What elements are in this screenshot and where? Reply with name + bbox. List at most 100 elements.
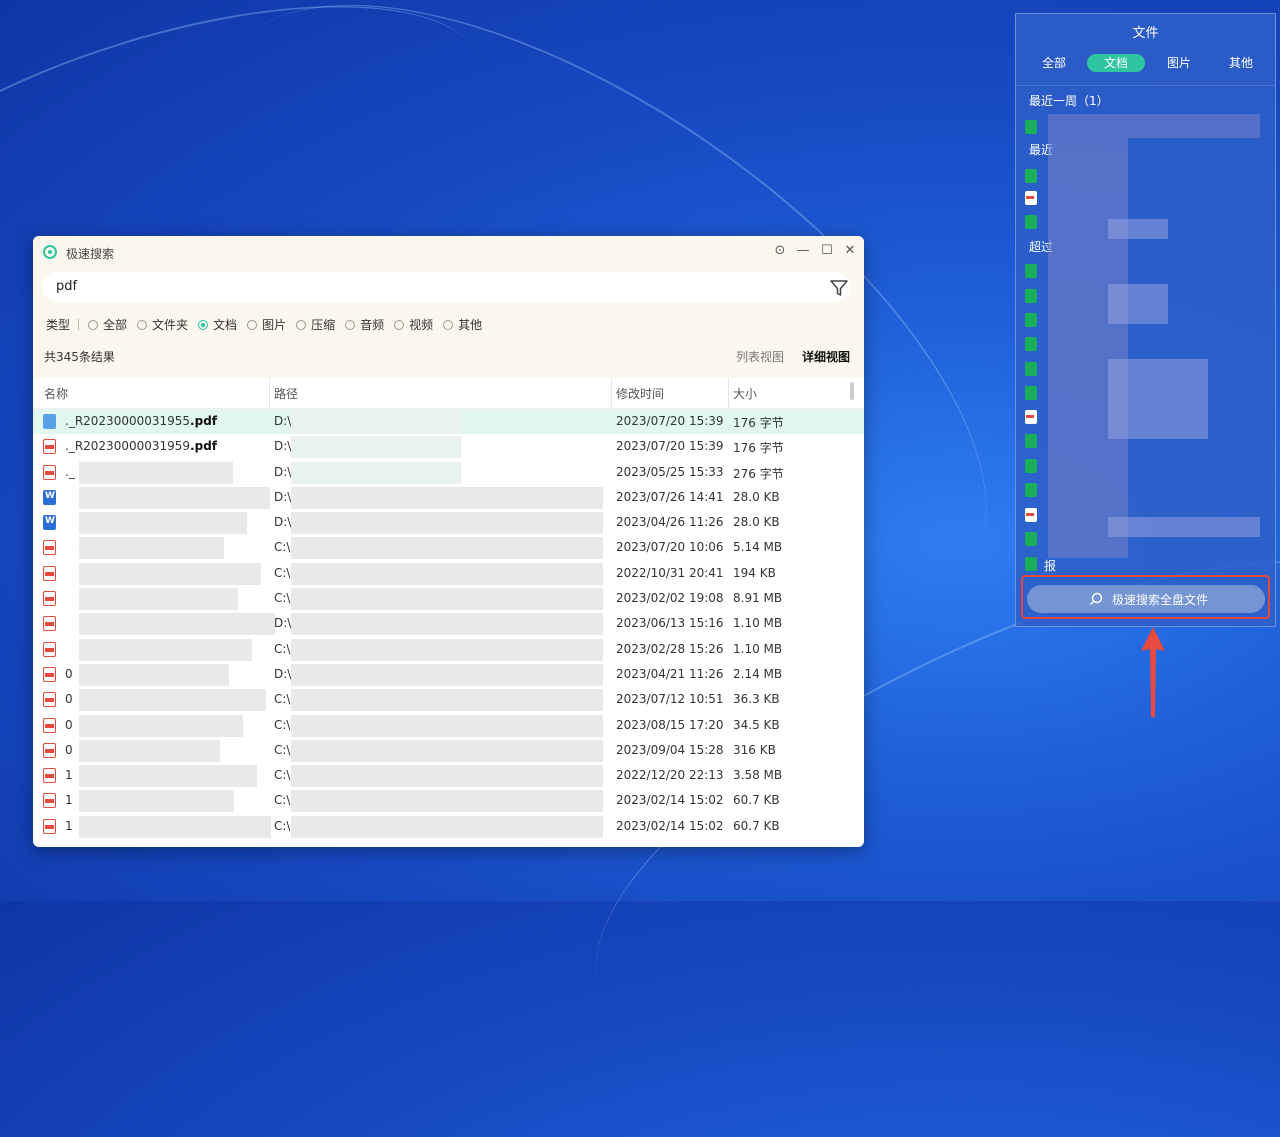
panel-tab-all[interactable]: 全部 — [1042, 54, 1066, 72]
redacted-area — [1048, 138, 1128, 558]
pdf-file-icon — [43, 818, 56, 834]
file-size: 176 字节 — [733, 416, 784, 430]
redacted-area — [1108, 284, 1168, 324]
file-size: 34.5 KB — [733, 717, 780, 732]
redacted-area — [1108, 359, 1208, 439]
divider — [78, 319, 80, 330]
filter-icon[interactable] — [829, 278, 849, 298]
type-option-document[interactable]: 文档 — [198, 316, 237, 333]
maximize-button[interactable]: ☐ — [818, 243, 836, 258]
spreadsheet-file-icon — [1025, 362, 1037, 376]
table-row[interactable]: C:\ 2023/02/28 15:26 1.10 MB — [33, 637, 864, 662]
pdf-file-icon — [43, 565, 56, 581]
redacted-area — [79, 512, 247, 535]
modified-time: 2023/06/13 15:16 — [616, 616, 724, 631]
column-resizer[interactable] — [269, 378, 270, 408]
column-header-size[interactable]: 大小 — [733, 385, 757, 402]
pdf-file-icon — [43, 591, 56, 607]
redacted-area — [79, 537, 224, 560]
column-header-modified[interactable]: 修改时间 — [616, 385, 664, 402]
table-row[interactable]: 1 C:\ 2023/02/14 15:02 60.7 KB — [33, 788, 864, 813]
file-name: 0 — [65, 692, 73, 707]
close-button[interactable]: ✕ — [841, 243, 859, 258]
table-row[interactable]: C:\ 2022/10/31 20:41 194 KB — [33, 561, 864, 586]
table-scrollbar[interactable] — [850, 382, 854, 400]
table-row[interactable]: 0 C:\ 2023/07/12 10:51 36.3 KB — [33, 687, 864, 712]
word-file-icon — [43, 489, 56, 505]
panel-tab-other[interactable]: 其他 — [1229, 54, 1253, 72]
redacted-area — [291, 562, 603, 585]
table-row[interactable]: ._R20230000031959.pdf D:\ 2023/07/20 15:39… — [33, 434, 864, 459]
panel-tab-images[interactable]: 图片 — [1167, 54, 1191, 72]
search-all-files-button[interactable]: 极速搜索全盘文件 — [1027, 585, 1265, 613]
redacted-area — [291, 663, 603, 686]
redacted-area — [79, 613, 275, 636]
table-row[interactable]: C:\ 2023/02/02 19:08 8.91 MB — [33, 586, 864, 611]
type-option-audio[interactable]: 音频 — [345, 316, 384, 333]
spreadsheet-file-icon — [1025, 459, 1037, 473]
redacted-area — [79, 714, 243, 737]
minimize-button[interactable]: — — [794, 243, 812, 258]
type-option-other[interactable]: 其他 — [443, 316, 482, 333]
type-option-video[interactable]: 视频 — [394, 316, 433, 333]
table-row[interactable]: ._ D:\ 2023/05/25 15:33 276 字节 — [33, 460, 864, 485]
radio-checked-icon — [198, 319, 209, 330]
modified-time: 2023/08/15 17:20 — [616, 717, 724, 732]
redacted-area — [1048, 114, 1260, 138]
table-row[interactable]: 1 C:\ 2022/12/20 22:13 3.58 MB — [33, 763, 864, 788]
table-row[interactable]: 0 D:\ 2023/04/21 11:26 2.14 MB — [33, 662, 864, 687]
file-panel: 文件 全部 文档 图片 其他 最近一周（1） 最近 超过 报 极速搜索全盘文件 — [1015, 13, 1276, 627]
search-box[interactable] — [42, 272, 850, 302]
panel-title: 文件 — [1132, 26, 1159, 41]
table-row[interactable]: D:\ 2023/07/26 14:41 28.0 KB — [33, 485, 864, 510]
spreadsheet-file-icon — [1025, 337, 1037, 351]
file-path: C:\ — [274, 565, 291, 580]
detail-view-toggle[interactable]: 详细视图 — [802, 348, 850, 365]
list-view-toggle[interactable]: 列表视图 — [736, 348, 784, 365]
file-path: D:\ — [274, 464, 292, 479]
file-path: C:\ — [274, 692, 291, 707]
spreadsheet-file-icon — [1025, 120, 1037, 134]
redacted-area — [291, 486, 603, 509]
spreadsheet-file-icon — [1025, 169, 1037, 183]
file-size: 60.7 KB — [733, 818, 780, 833]
pdf-file-icon — [1025, 191, 1037, 205]
pdf-file-icon — [43, 793, 56, 809]
column-header-name[interactable]: 名称 — [44, 385, 68, 402]
type-option-image[interactable]: 图片 — [247, 316, 286, 333]
type-option-archive[interactable]: 压缩 — [296, 316, 335, 333]
table-row[interactable]: D:\ 2023/06/13 15:16 1.10 MB — [33, 611, 864, 636]
pdf-file-icon — [43, 768, 56, 784]
file-name: 0 — [65, 717, 73, 732]
type-option-all[interactable]: 全部 — [88, 316, 127, 333]
table-row[interactable]: D:\ 2023/04/26 11:26 28.0 KB — [33, 510, 864, 535]
table-row[interactable]: ._R20230000031955.pdf D:\ 2023/07/20 15:39… — [33, 409, 864, 435]
column-resizer[interactable] — [611, 378, 612, 408]
spreadsheet-file-icon — [1025, 434, 1037, 448]
modified-time: 2023/02/14 15:02 — [616, 793, 724, 808]
divider — [1016, 85, 1275, 86]
type-option-folder[interactable]: 文件夹 — [137, 316, 188, 333]
settings-icon[interactable]: ⊙ — [771, 243, 789, 258]
search-all-files-label: 极速搜索全盘文件 — [1112, 593, 1209, 607]
modified-time: 2023/07/20 15:39 — [616, 414, 724, 428]
radio-icon — [296, 319, 307, 330]
type-label: 类型 — [46, 318, 71, 332]
redacted-area — [291, 588, 603, 611]
column-header-path[interactable]: 路径 — [274, 385, 298, 402]
table-row[interactable]: 0 C:\ 2023/09/04 15:28 316 KB — [33, 738, 864, 763]
pdf-file-icon — [43, 540, 56, 556]
file-size: 5.14 MB — [733, 540, 783, 555]
panel-tab-documents[interactable]: 文档 — [1087, 54, 1145, 72]
modified-time: 2023/07/20 15:39 — [616, 439, 724, 454]
modified-time: 2023/09/04 15:28 — [616, 742, 724, 757]
table-row[interactable]: 1 C:\ 2023/02/14 15:02 60.7 KB — [33, 814, 864, 839]
search-input[interactable] — [54, 278, 818, 295]
file-path: D:\ — [274, 414, 292, 428]
table-row[interactable]: 0 C:\ 2023/08/15 17:20 34.5 KB — [33, 713, 864, 738]
file-name: 0 — [65, 742, 73, 757]
column-resizer[interactable] — [728, 378, 729, 408]
table-row[interactable]: C:\ 2023/07/20 10:06 5.14 MB — [33, 535, 864, 560]
pdf-file-icon — [43, 692, 56, 708]
file-path: D:\ — [274, 666, 292, 681]
